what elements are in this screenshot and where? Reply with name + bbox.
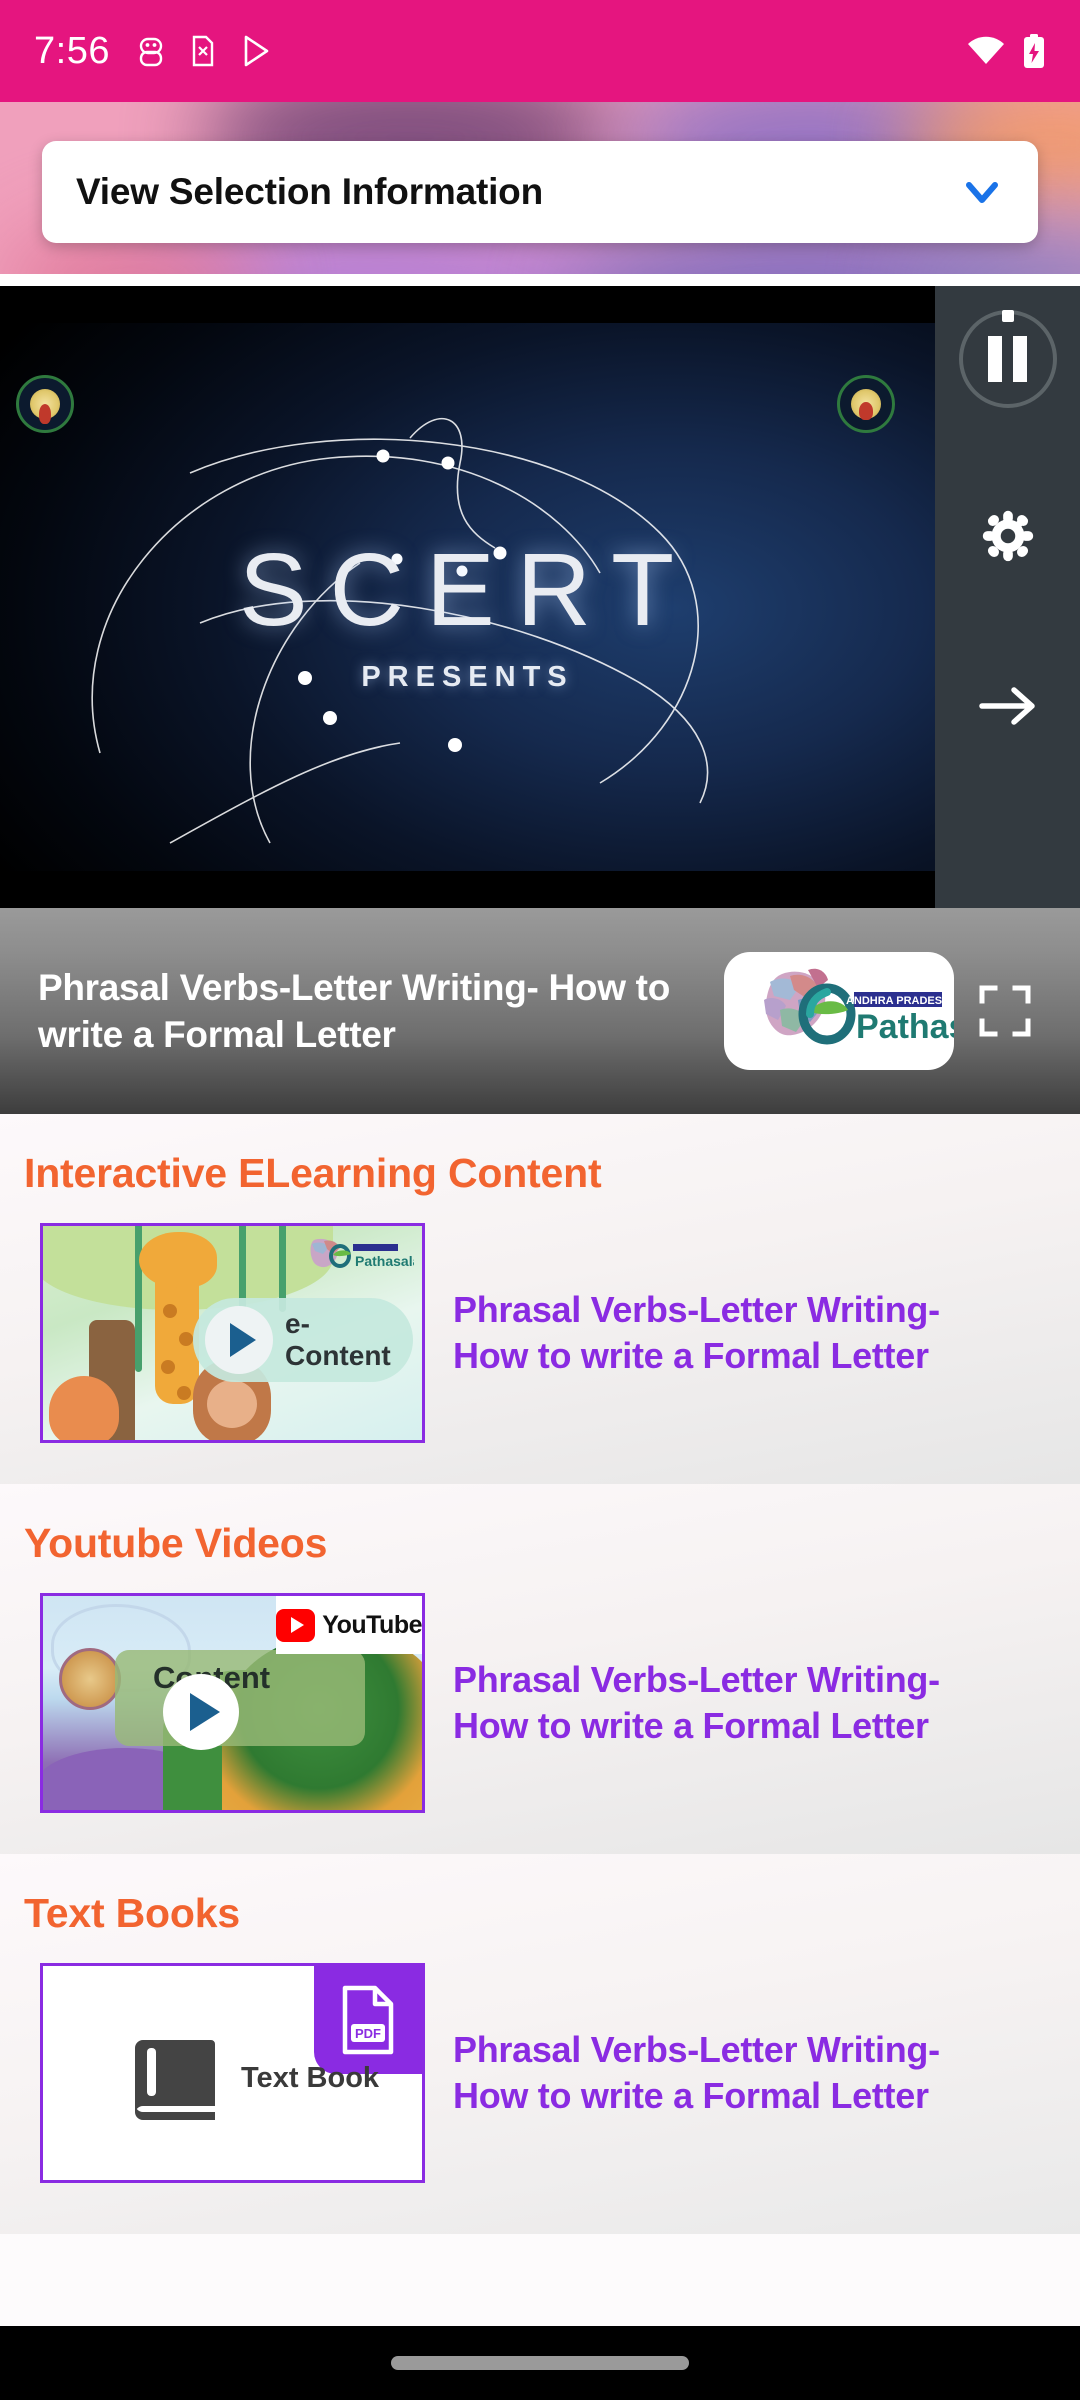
system-navigation-bar [0,2326,1080,2400]
section-youtube-videos: Youtube Videos Content YouTube Phrasal V… [0,1484,1080,1854]
section-heading: Interactive ELearning Content [24,1150,602,1196]
pause-icon [988,336,1027,382]
dropdown-label: View Selection Information [76,171,543,212]
textbook-item-title[interactable]: Phrasal Verbs-Letter Writing- How to wri… [453,2027,1013,2119]
video-player[interactable]: SCERT PRESENTS [0,286,1080,908]
pdf-badge: PDF [314,1966,422,2074]
splash-subtitle: PRESENTS [361,661,574,693]
content-bottom-spacer [0,2234,1080,2326]
textbook-thumbnail[interactable]: PDF Text Book [40,1963,425,2183]
pause-button[interactable] [958,310,1057,408]
textbook-label: Text Book [241,2062,380,2094]
player-side-controls [935,286,1080,908]
video-title: Phrasal Verbs-Letter Writing- How to wri… [38,966,671,1055]
status-system-icons [966,32,1046,70]
wifi-icon [968,36,1004,64]
section-heading: Youtube Videos [24,1520,328,1566]
book-icon [135,2040,215,2120]
ap-government-emblem [16,375,74,433]
fox-illustration [49,1376,119,1440]
youtube-thumbnail[interactable]: Content YouTube [40,1593,425,1813]
video-stage[interactable]: SCERT PRESENTS [0,286,935,908]
status-bar: 7:56 [0,0,1080,102]
fullscreen-icon[interactable] [976,982,1034,1040]
splash-title: SCERT [238,532,697,647]
econtent-thumbnail[interactable]: e-Content Pathasala [40,1223,425,1443]
youtube-logo: YouTube [276,1596,422,1654]
video-splash-frame: SCERT PRESENTS [0,323,935,871]
view-selection-information-dropdown[interactable]: View Selection Information [42,141,1038,243]
section-heading: Text Books [24,1890,240,1936]
pathasala-mini-logo: Pathasala [310,1238,414,1269]
pathasala-logo: ANDHRA PRADESH Pathasala [724,952,954,1070]
scert-emblem [837,375,895,433]
youtube-item-title[interactable]: Phrasal Verbs-Letter Writing- How to wri… [453,1657,1013,1749]
svg-text:Pathasala: Pathasala [355,1253,414,1269]
section-interactive-elearning-content: Interactive ELearning Content e-Content [0,1114,1080,1484]
econtent-play-pill[interactable]: e-Content [193,1298,413,1382]
video-title-bar: Phrasal Verbs-Letter Writing- How to wri… [0,908,1080,1114]
section-text-books: Text Books PDF Text Book Phrasal Verbs-L… [0,1854,1080,2234]
pdf-file-icon: PDF [342,1985,394,2055]
econtent-label: e-Content [285,1308,391,1371]
android-debug-icon [139,37,163,67]
econtent-item-title[interactable]: Phrasal Verbs-Letter Writing- How to wri… [453,1287,1013,1379]
status-notification-icons [136,33,274,69]
play-icon[interactable] [163,1674,239,1750]
pdf-badge-label: PDF [355,2026,381,2041]
sim-card-alert-icon [192,35,214,67]
youtube-badge-label: YouTube [322,1610,422,1639]
arrow-right-icon[interactable] [972,670,1044,742]
logo-superscript: ANDHRA PRADESH [846,995,950,1007]
logo-brand: Pathasala [856,1008,954,1046]
play-store-icon [244,35,269,67]
play-icon[interactable] [205,1306,273,1374]
status-time: 7:56 [34,29,110,72]
character-bubble [59,1648,121,1710]
battery-charging-icon [1024,34,1044,68]
youtube-play-icon [276,1608,316,1642]
home-gesture-pill[interactable] [391,2356,689,2370]
chevron-down-icon[interactable] [960,170,1004,214]
gear-icon[interactable] [977,504,1039,566]
